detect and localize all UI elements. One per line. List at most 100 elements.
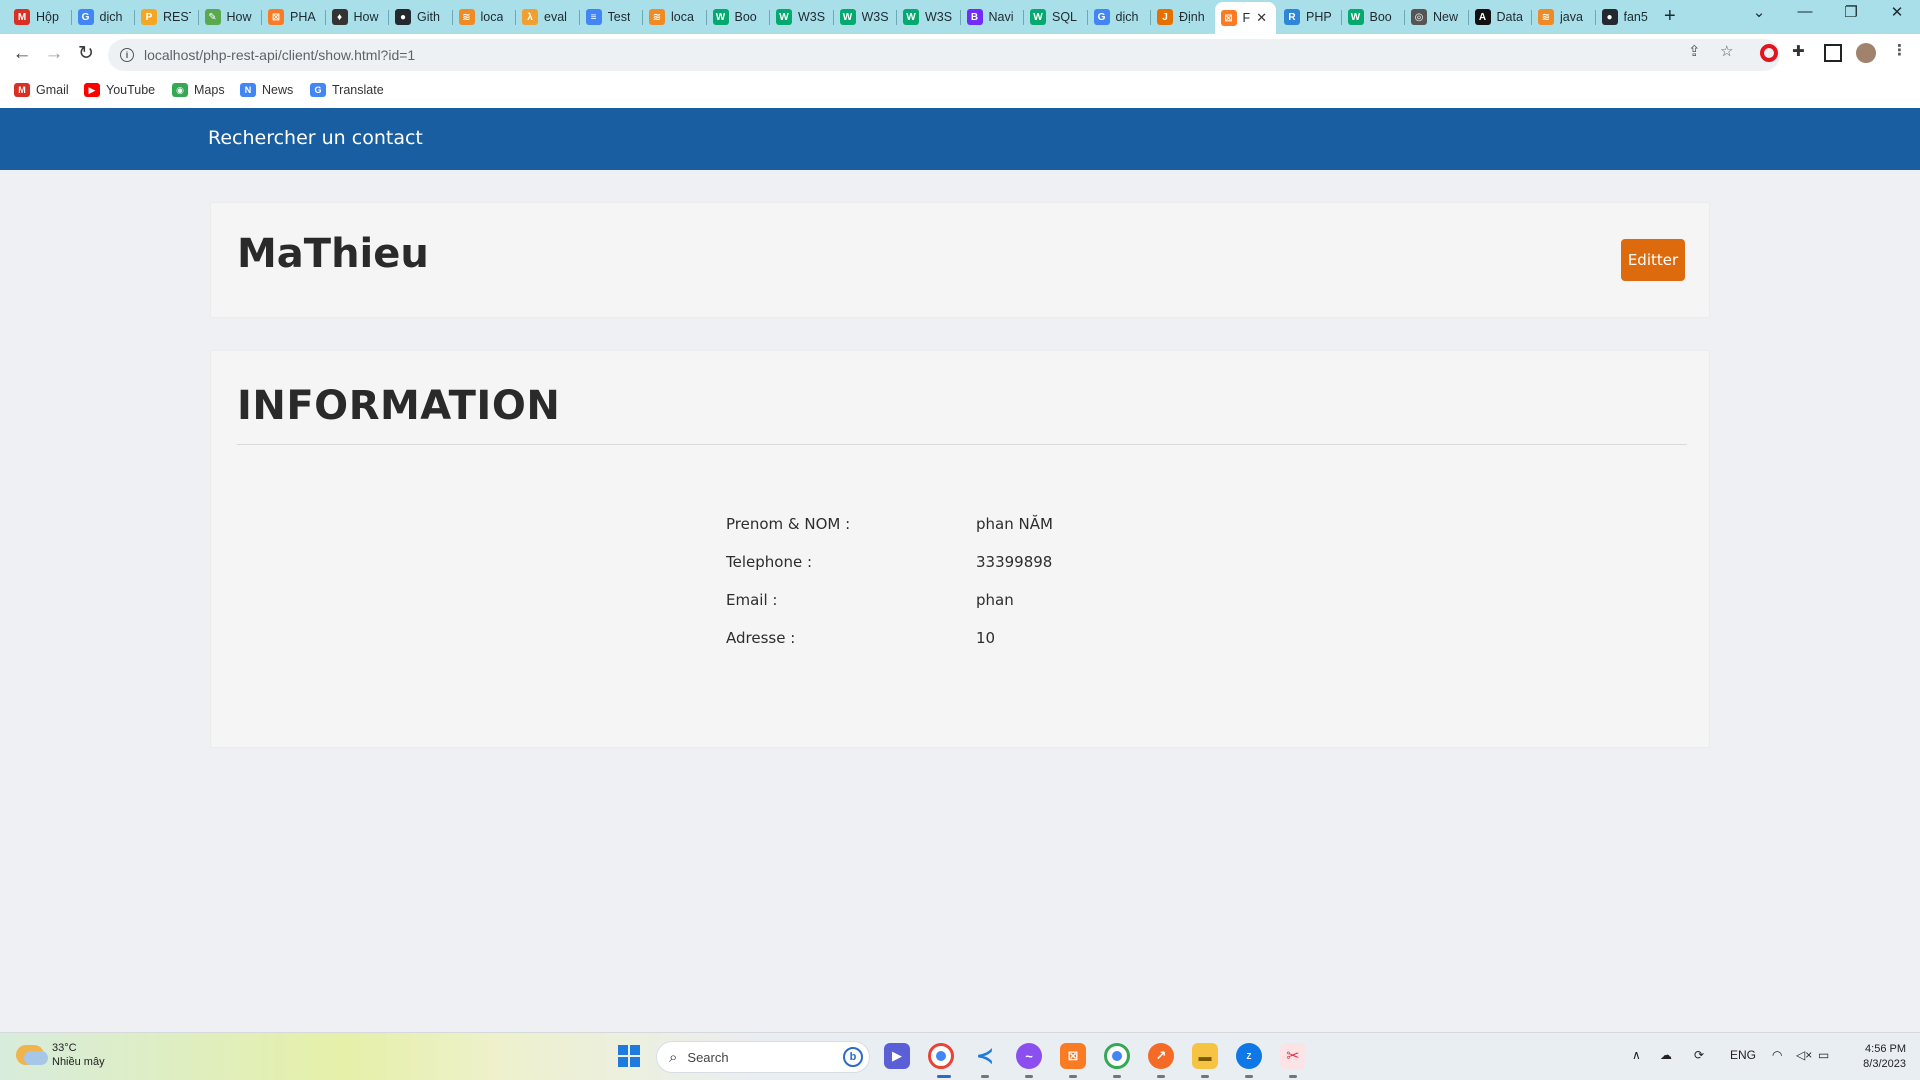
browser-tab[interactable]: P REST xyxy=(135,4,197,30)
xampp-icon: ⊠ xyxy=(1220,10,1237,26)
profile-avatar[interactable] xyxy=(1856,43,1876,63)
battery-icon[interactable]: ▭ xyxy=(1818,1048,1829,1062)
bookmark-item[interactable]: ◉ Maps xyxy=(172,83,225,97)
weather-temp: 33°C xyxy=(52,1042,77,1054)
language-indicator[interactable]: ENG xyxy=(1730,1048,1756,1062)
bookmark-label: Translate xyxy=(332,83,384,97)
browser-tab[interactable]: J Định xyxy=(1151,4,1213,30)
browser-tab[interactable]: ✎ How xyxy=(199,4,261,30)
browser-tab[interactable]: R PHP xyxy=(1278,4,1340,30)
minimize-icon[interactable]: — xyxy=(1790,3,1820,20)
bing-icon[interactable]: b xyxy=(843,1047,863,1067)
field-row-address: Adresse : 10 xyxy=(726,629,1226,653)
restore-icon[interactable]: ❐ xyxy=(1836,3,1866,21)
extensions-puzzle-icon[interactable]: ✚ xyxy=(1792,42,1810,60)
weather-widget[interactable]: 33°C Nhiều mây xyxy=(16,1041,105,1069)
tab-search-icon[interactable]: ⌄ xyxy=(1744,3,1774,21)
gmail-icon: M xyxy=(14,83,30,97)
tab-separator xyxy=(1340,10,1342,25)
browser-tab[interactable]: W SQL xyxy=(1024,4,1086,30)
browser-tab[interactable]: ♦ How xyxy=(326,4,388,30)
browser-tab[interactable]: ≋ java xyxy=(1532,4,1594,30)
navbar-brand-link[interactable]: Rechercher un contact xyxy=(208,127,423,149)
app-indicator xyxy=(1025,1075,1033,1078)
app-indicator xyxy=(1289,1075,1297,1078)
share-icon[interactable]: ⇪ xyxy=(1688,42,1701,60)
forward-icon[interactable]: → xyxy=(42,43,66,65)
opera-extension-icon[interactable] xyxy=(1760,44,1778,62)
xampp-icon[interactable]: ⊠ xyxy=(1060,1043,1086,1069)
browser-tab[interactable]: ◎ New xyxy=(1405,4,1467,30)
bookmark-star-icon[interactable]: ☆ xyxy=(1720,42,1733,60)
field-value: 10 xyxy=(976,629,996,647)
url-text[interactable]: localhost/php-rest-api/client/show.html?… xyxy=(144,47,415,63)
back-icon[interactable]: ← xyxy=(10,43,34,65)
windows-start-icon[interactable] xyxy=(616,1043,642,1069)
gmail-icon: M xyxy=(14,9,30,25)
close-tab-icon[interactable]: ✕ xyxy=(1256,10,1267,26)
volume-muted-icon[interactable]: ◁× xyxy=(1796,1048,1812,1062)
bookmark-item[interactable]: N News xyxy=(240,83,293,97)
tab-separator xyxy=(1404,10,1405,25)
new-tab-button[interactable]: + xyxy=(1664,5,1676,28)
vscode-icon[interactable]: ≺ xyxy=(972,1043,998,1069)
bookmark-item[interactable]: G Translate xyxy=(310,83,384,97)
browser-tab[interactable]: W W3S xyxy=(897,4,959,30)
bookmark-item[interactable]: ▶ YouTube xyxy=(84,83,155,97)
bookmark-label: YouTube xyxy=(106,83,156,97)
browser-tab[interactable]: W Boo xyxy=(707,4,769,30)
google-icon: G xyxy=(1093,9,1110,25)
wifi-icon[interactable]: ◠ xyxy=(1772,1048,1782,1062)
browser-tab[interactable]: ⊠ PHA xyxy=(262,4,324,30)
section-divider xyxy=(237,444,1687,445)
edit-button[interactable]: Editter xyxy=(1621,239,1685,281)
browser-tab[interactable]: W Boo xyxy=(1342,4,1404,30)
zalo-icon[interactable]: Z xyxy=(1236,1043,1262,1069)
browser-tab[interactable]: ≡ Test xyxy=(580,4,642,30)
sync-icon[interactable]: ⟳ xyxy=(1694,1048,1704,1062)
close-window-icon[interactable]: ✕ xyxy=(1882,3,1912,21)
menu-kebab-icon[interactable]: ⋮ xyxy=(1892,41,1907,59)
address-bar[interactable]: i localhost/php-rest-api/client/show.htm… xyxy=(108,39,1780,71)
file-explorer-icon[interactable]: ▬ xyxy=(1192,1043,1218,1069)
browser-tab[interactable]: W W3S xyxy=(834,4,896,30)
field-label: Telephone : xyxy=(726,553,813,571)
tab-separator xyxy=(388,10,389,25)
browser-tab[interactable]: Gdịch xyxy=(72,4,134,30)
browser-tab[interactable]: W W3S xyxy=(770,4,832,30)
active-app-indicator xyxy=(937,1075,951,1078)
tray-chevron-up-icon[interactable]: ∧ xyxy=(1632,1048,1641,1062)
teams-meet-icon[interactable]: ▶ xyxy=(884,1043,910,1069)
system-clock[interactable]: 4:56 PM 8/3/2023 xyxy=(1840,1042,1906,1072)
postman-icon[interactable]: ↗ xyxy=(1148,1043,1174,1069)
taskbar-search[interactable]: ⌕ Search b xyxy=(656,1041,870,1073)
field-value: 33399898 xyxy=(976,553,1053,571)
tab-title: SQL xyxy=(1052,10,1078,24)
messenger-icon[interactable]: ~ xyxy=(1016,1043,1042,1069)
browser-tab[interactable]: ● fan5 xyxy=(1596,4,1658,30)
browser-tab[interactable]: λ eval xyxy=(516,4,578,30)
site-info-icon[interactable]: i xyxy=(120,48,134,62)
chrome-icon[interactable] xyxy=(928,1043,954,1069)
browser-tab[interactable]: ● Gith xyxy=(389,4,451,30)
browser-tab[interactable]: ⊠ F ✕ xyxy=(1214,2,1276,34)
bookmark-item[interactable]: M Gmail xyxy=(14,83,69,97)
browser-tab[interactable]: B Navi xyxy=(961,4,1023,30)
tab-title: PHP xyxy=(1306,10,1332,24)
browser-tab[interactable]: ≋ loca xyxy=(643,4,705,30)
tab-title: W3S xyxy=(925,10,953,24)
tab-separator xyxy=(1467,10,1469,25)
reload-icon[interactable]: ↻ xyxy=(74,43,98,65)
field-row-email: Email : phan xyxy=(726,591,1226,615)
browser-tab[interactable]: A Data xyxy=(1469,4,1531,30)
browser-tab[interactable]: M Hộp xyxy=(8,4,70,30)
app-indicator xyxy=(981,1075,989,1078)
browser-tab[interactable]: Gdịch xyxy=(1088,4,1150,30)
bookmark-label: Gmail xyxy=(36,83,69,97)
onedrive-icon[interactable]: ☁ xyxy=(1660,1048,1672,1062)
app-indicator xyxy=(1201,1075,1209,1078)
side-panel-icon[interactable] xyxy=(1824,44,1842,62)
chrome-profile-icon[interactable] xyxy=(1104,1043,1130,1069)
browser-tab[interactable]: ≋ loca xyxy=(453,4,515,30)
snipping-tool-icon[interactable]: ✂ xyxy=(1280,1043,1306,1069)
